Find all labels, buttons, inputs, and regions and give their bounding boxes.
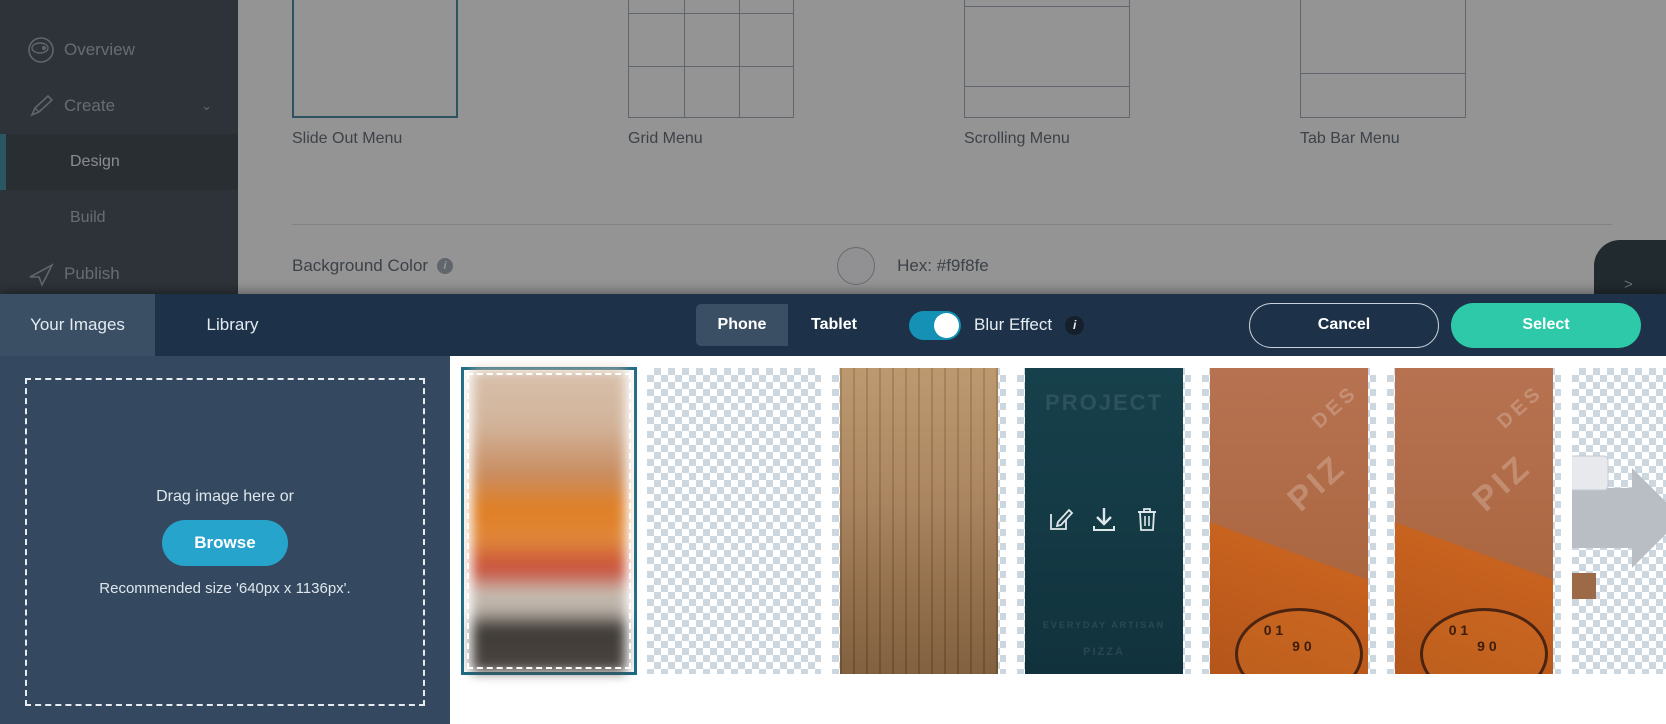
image-picker-modal: Your Images Library Phone Tablet Blur Ef… [0, 294, 1666, 724]
pizza-topping: 0 1 [1263, 622, 1284, 638]
browse-button[interactable]: Browse [162, 519, 288, 566]
watermark-text: PIZ [1465, 447, 1540, 519]
transparency-checker [647, 368, 821, 674]
blur-effect-label: Blur Effect [974, 315, 1053, 334]
gallery-thumbnail[interactable]: DES PIZ 0 1 9 0 [1201, 367, 1377, 675]
dropzone-recommended-size: Recommended size '640px x 1136px'. [99, 579, 351, 597]
gallery-thumbnail[interactable] [646, 367, 822, 675]
tab-label: Library [206, 315, 259, 334]
cancel-button-label: Cancel [1317, 316, 1371, 333]
thumbnail-hover-actions [1017, 368, 1191, 674]
toggle-knob [934, 312, 959, 338]
gallery-thumbnail[interactable] [831, 367, 1007, 675]
edit-icon[interactable] [1048, 506, 1074, 537]
segment-label: Tablet [811, 316, 857, 333]
delete-icon[interactable] [1134, 506, 1160, 537]
dropzone-drag-text: Drag image here or [156, 487, 294, 505]
gallery-thumbnail-partial[interactable] [1571, 367, 1666, 675]
modal-header: Your Images Library Phone Tablet Blur Ef… [0, 294, 1666, 356]
thumbnail-image: DES PIZ 0 1 9 0 [1395, 368, 1553, 674]
image-gallery[interactable]: PROJECT EVERYDAY ARTISAN PIZZA DES PIZ 0… [450, 356, 1666, 724]
segment-label: Phone [717, 316, 767, 333]
cancel-button[interactable]: Cancel [1249, 302, 1439, 348]
modal-body: Drag image here or Browse Recommended si… [0, 356, 1666, 724]
pizza-topping: 0 1 [1448, 622, 1469, 638]
segment-phone[interactable]: Phone [696, 304, 788, 346]
thumbnail-image [472, 370, 626, 672]
header-action-buttons: Cancel Select [1249, 294, 1666, 356]
upload-panel: Drag image here or Browse Recommended si… [0, 356, 450, 724]
gallery-thumbnail-hovered[interactable]: PROJECT EVERYDAY ARTISAN PIZZA [1016, 367, 1192, 675]
watermark-text: DES [1308, 381, 1363, 434]
pizza-topping: 9 0 [1477, 638, 1497, 654]
thumbnail-image [1572, 368, 1666, 674]
device-segmented-control: Phone Tablet [696, 304, 880, 346]
header-center-controls: Phone Tablet Blur Effect i [696, 294, 1085, 356]
thumbnail-image: DES PIZ 0 1 9 0 [1210, 368, 1368, 674]
modal-tabs: Your Images Library [0, 294, 310, 356]
pizza-topping: 9 0 [1292, 638, 1312, 654]
tab-library[interactable]: Library [155, 294, 310, 356]
watermark-text: DES [1493, 381, 1548, 434]
thumbnail-image [840, 368, 998, 674]
gallery-thumbnail[interactable]: DES PIZ 0 1 9 0 [1386, 367, 1562, 675]
dropzone[interactable]: Drag image here or Browse Recommended si… [25, 378, 425, 706]
tab-label: Your Images [30, 315, 125, 334]
download-icon[interactable] [1091, 506, 1117, 537]
watermark-text: PIZ [1280, 447, 1355, 519]
blur-effect-toggle[interactable] [909, 310, 961, 340]
info-icon[interactable]: i [1065, 315, 1085, 335]
select-button-label: Select [1522, 316, 1570, 333]
gallery-thumbnail[interactable] [461, 367, 637, 675]
select-button[interactable]: Select [1451, 302, 1641, 348]
browse-button-label: Browse [194, 532, 256, 552]
tab-your-images[interactable]: Your Images [0, 294, 155, 356]
segment-tablet[interactable]: Tablet [788, 304, 880, 346]
blur-effect-control: Blur Effect i [909, 310, 1085, 340]
